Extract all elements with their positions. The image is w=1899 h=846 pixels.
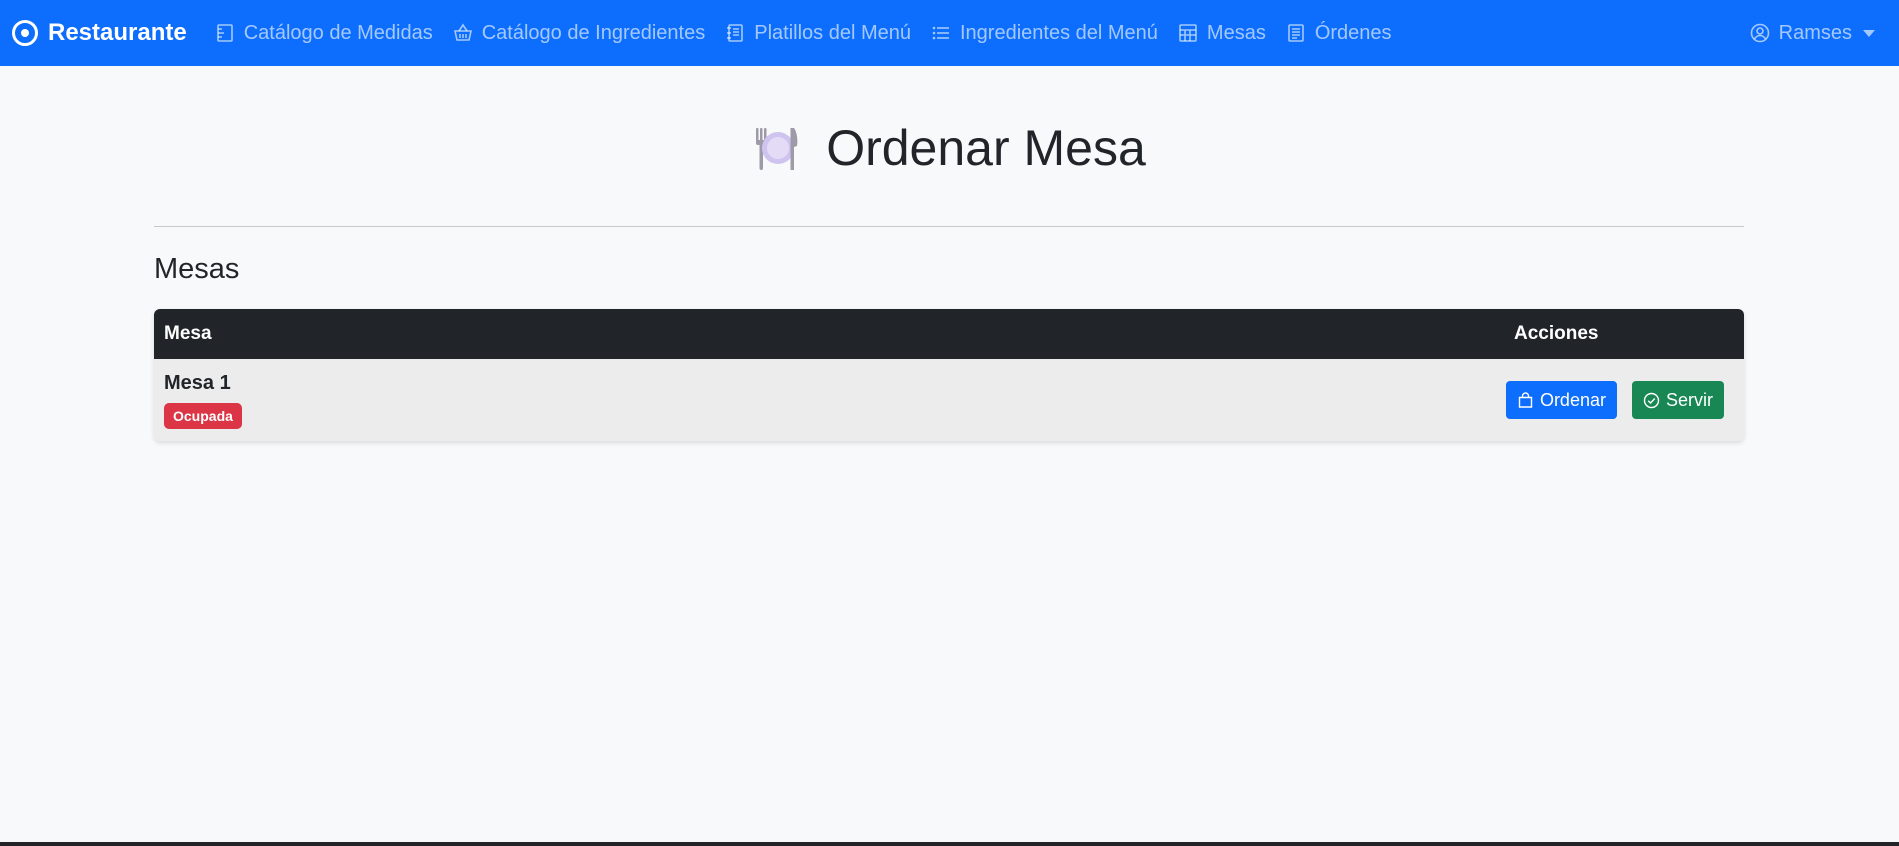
brand-logo-icon: [12, 20, 38, 46]
nav-item-label: Platillos del Menú: [754, 21, 911, 44]
actions-cell: Ordenar Servir: [1505, 381, 1744, 419]
plate-cutlery-icon: [756, 128, 798, 170]
page-title: Ordenar Mesa: [154, 66, 1744, 230]
nav-item-label: Órdenes: [1314, 21, 1392, 44]
column-header-mesa: Mesa: [164, 323, 212, 344]
nav-item-label: Catálogo de Medidas: [243, 21, 433, 44]
nav-item-ingredientes[interactable]: Catálogo de Ingredientes: [453, 21, 706, 45]
bag-icon: [1518, 391, 1533, 408]
mesa-name: Mesa 1: [164, 371, 231, 394]
nav-item-label: Mesas: [1206, 21, 1266, 44]
ordenar-label: Ordenar: [1539, 389, 1606, 410]
section-title: Mesas: [154, 253, 240, 285]
basket-icon: [453, 23, 473, 43]
mesa-cell: Mesa 1 Ocupada: [154, 372, 1506, 429]
nav-item-ingredientes-menu[interactable]: Ingredientes del Menú: [931, 22, 1158, 45]
table-row: Mesa 1 Ocupada Ordenar Servir: [154, 359, 1744, 441]
nav-item-label: Catálogo de Ingredientes: [481, 21, 706, 44]
page-title-text: Ordenar Mesa: [826, 120, 1146, 176]
nav-item-ordenes[interactable]: Órdenes: [1286, 22, 1392, 45]
check-circle-icon: [1643, 392, 1660, 408]
servir-label: Servir: [1665, 389, 1713, 410]
journal-icon: [725, 23, 745, 43]
divider: [154, 226, 1744, 227]
ordenar-button[interactable]: Ordenar: [1505, 381, 1617, 419]
chevron-down-icon: [1863, 29, 1875, 37]
main-content: Ordenar Mesa Mesas Mesa Acciones Mesa 1 …: [154, 66, 1744, 441]
top-navbar: Restaurante Catálogo de Medidas Catálogo…: [0, 0, 1899, 66]
user-circle-icon: [1750, 23, 1770, 43]
bottom-border: [0, 842, 1899, 846]
brand-link[interactable]: Restaurante: [12, 19, 187, 47]
column-header-acciones: Acciones: [1514, 323, 1599, 344]
ruler-icon: [215, 23, 235, 43]
servir-button[interactable]: Servir: [1631, 381, 1724, 419]
table-header: Mesa Acciones: [154, 309, 1744, 359]
mesas-table: Mesa Acciones Mesa 1 Ocupada Ordenar Ser…: [154, 309, 1744, 441]
nav-item-platillos[interactable]: Platillos del Menú: [725, 22, 911, 45]
brand-label: Restaurante: [48, 19, 187, 46]
nav-list: Catálogo de Medidas Catálogo de Ingredie…: [215, 22, 1392, 45]
user-name: Ramses: [1778, 21, 1852, 44]
table-icon: [1178, 23, 1198, 43]
status-badge: Ocupada: [164, 402, 242, 429]
user-dropdown[interactable]: Ramses: [1750, 0, 1875, 66]
nav-item-medidas[interactable]: Catálogo de Medidas: [215, 22, 433, 45]
receipt-icon: [1286, 23, 1306, 43]
nav-item-label: Ingredientes del Menú: [959, 21, 1158, 44]
nav-item-mesas[interactable]: Mesas: [1178, 22, 1266, 45]
list-icon: [931, 23, 951, 43]
